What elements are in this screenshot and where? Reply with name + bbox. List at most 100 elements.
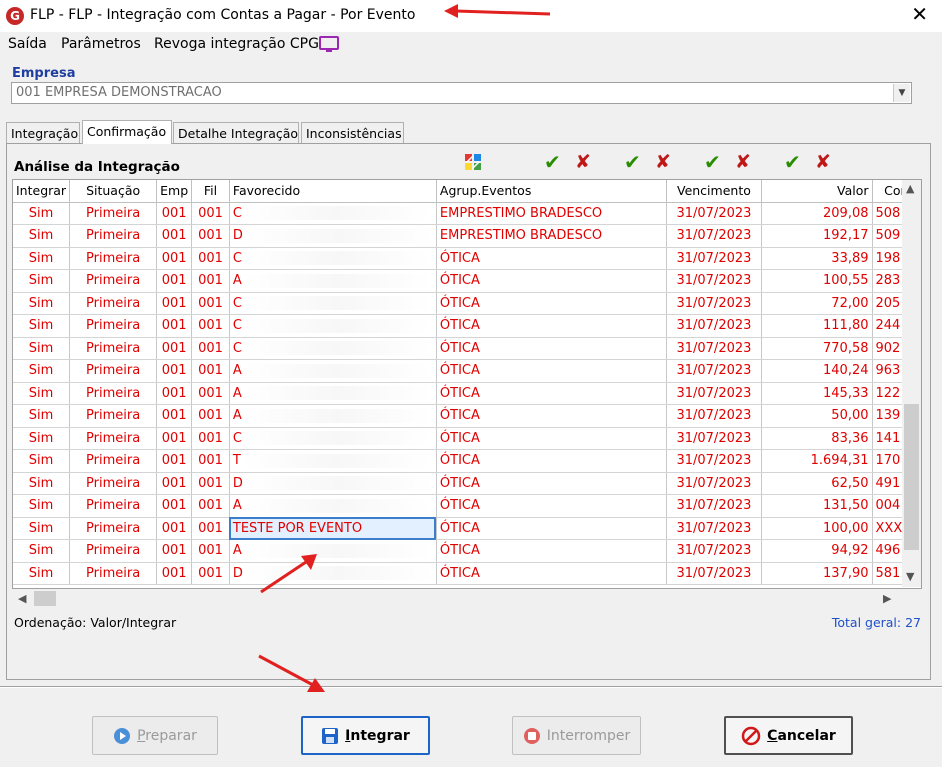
column-header[interactable]: Situação xyxy=(69,180,158,203)
table-row[interactable]: Sim Primeira 001 001 C ÓTICA 31/07/2023 72,00 20… xyxy=(13,292,921,315)
column-header[interactable]: Emp xyxy=(156,180,193,203)
table-cell: Primeira xyxy=(69,292,158,315)
scroll-down-icon[interactable]: ▼ xyxy=(906,570,914,583)
cross-icon[interactable]: ✘ xyxy=(815,150,831,174)
table-cell: 001 xyxy=(156,539,193,563)
table-cell: C xyxy=(229,202,437,225)
table-cell: Primeira xyxy=(69,449,158,473)
cross-icon[interactable]: ✘ xyxy=(575,150,591,174)
table-cell: 001 xyxy=(191,404,230,428)
table-cell: ÓTICA xyxy=(436,472,667,495)
table-cell: ÓTICA xyxy=(436,292,667,315)
table-row[interactable]: Sim Primeira 001 001 C ÓTICA 31/07/2023 770,58 9… xyxy=(13,337,921,360)
scroll-right-icon[interactable]: ▶ xyxy=(883,592,891,605)
table-cell: Sim xyxy=(13,269,71,293)
annotation-arrow-icon xyxy=(444,4,551,18)
table-row[interactable]: Sim Primeira 001 001 C ÓTICA 31/07/2023 83,36 14… xyxy=(13,427,921,450)
table-row[interactable]: Sim Primeira 001 001 C EMPRESTIMO BRADESCO 31/… xyxy=(13,202,921,225)
table-cell: Primeira xyxy=(69,247,158,270)
divider xyxy=(0,686,942,688)
table-cell: ÓTICA xyxy=(436,494,667,518)
table-row[interactable]: Sim Primeira 001 001 A ÓTICA 31/07/2023 140,24 9… xyxy=(13,359,921,383)
table-cell: Primeira xyxy=(69,359,158,383)
cross-icon[interactable]: ✘ xyxy=(655,150,671,174)
table-cell: 62,50 xyxy=(761,472,873,495)
empresa-select[interactable]: 001 EMPRESA DEMONSTRACAO ▼ xyxy=(11,82,912,104)
table-row[interactable]: Sim Primeira 001 001 TESTE POR EVENTO ÓTICA 31… xyxy=(13,517,921,540)
table-cell: 001 xyxy=(191,359,230,383)
close-icon[interactable]: ✕ xyxy=(911,4,928,24)
table-row[interactable]: Sim Primeira 001 001 C ÓTICA 31/07/2023 111,80 2… xyxy=(13,314,921,338)
vertical-scroll-thumb[interactable] xyxy=(904,404,919,550)
vertical-scrollbar[interactable]: ▲ ▼ xyxy=(902,180,921,587)
horizontal-scroll-thumb[interactable] xyxy=(34,591,56,606)
table-cell: ÓTICA xyxy=(436,562,667,585)
column-header[interactable]: Fil xyxy=(191,180,230,203)
menu-saida[interactable]: Saída xyxy=(8,36,47,52)
table-cell: 001 xyxy=(156,562,193,585)
horizontal-scrollbar[interactable]: ◀ ▶ xyxy=(13,589,901,608)
column-header[interactable]: Integrar xyxy=(13,180,71,203)
column-header[interactable]: Valor xyxy=(761,180,873,203)
check-icon[interactable]: ✔ xyxy=(624,150,641,174)
table-row[interactable]: Sim Primeira 001 001 A ÓTICA 31/07/2023 50,00 13… xyxy=(13,404,921,428)
cancelar-button[interactable]: Cancelar xyxy=(724,716,853,755)
cross-icon[interactable]: ✘ xyxy=(735,150,751,174)
tab-confirmacao[interactable]: Confirmação xyxy=(82,120,172,144)
table-cell: Primeira xyxy=(69,337,158,360)
screen-icon[interactable] xyxy=(319,36,339,52)
table-cell: 001 xyxy=(156,202,193,225)
table-cell: 31/07/2023 xyxy=(666,539,763,563)
column-header[interactable]: Agrup.Eventos xyxy=(436,180,667,203)
integrar-label: Integrar xyxy=(345,727,410,744)
table-row[interactable]: Sim Primeira 001 001 A ÓTICA 31/07/2023 131,50 0… xyxy=(13,494,921,518)
table-cell: 001 xyxy=(191,337,230,360)
table-cell: 31/07/2023 xyxy=(666,517,763,540)
check-icon[interactable]: ✔ xyxy=(544,150,561,174)
window-title: FLP - FLP - Integração com Contas a Paga… xyxy=(30,7,416,23)
table-cell: Primeira xyxy=(69,539,158,563)
table-row[interactable]: Sim Primeira 001 001 C ÓTICA 31/07/2023 33,89 19… xyxy=(13,247,921,270)
menu-revoga-integracao[interactable]: Revoga integração CPG xyxy=(154,36,319,52)
column-header[interactable]: Vencimento xyxy=(666,180,763,203)
table-cell: Sim xyxy=(13,382,71,405)
table-cell: ÓTICA xyxy=(436,269,667,293)
table-row[interactable]: Sim Primeira 001 001 D ÓTICA 31/07/2023 137,90 5… xyxy=(13,562,921,585)
table-cell: 140,24 xyxy=(761,359,873,383)
table-cell: 111,80 xyxy=(761,314,873,338)
chevron-down-icon[interactable]: ▼ xyxy=(893,84,910,102)
table-cell: Sim xyxy=(13,202,71,225)
scroll-left-icon[interactable]: ◀ xyxy=(18,592,26,605)
table-row[interactable]: Sim Primeira 001 001 T ÓTICA 31/07/2023 1.694,3… xyxy=(13,449,921,473)
table-cell: 001 xyxy=(191,269,230,293)
preparar-button[interactable]: Preparar xyxy=(92,716,218,755)
table-cell: 31/07/2023 xyxy=(666,382,763,405)
table-cell: 001 xyxy=(156,359,193,383)
table-row[interactable]: Sim Primeira 001 001 A ÓTICA 31/07/2023 94,92 49… xyxy=(13,539,921,563)
interromper-button[interactable]: Interromper xyxy=(512,716,641,755)
integration-grid[interactable]: Integrar Situação Emp Fil Favorecido Agrup.Ev… xyxy=(12,179,922,589)
table-cell: 31/07/2023 xyxy=(666,202,763,225)
menu-parametros[interactable]: Parâmetros xyxy=(61,36,141,52)
table-row[interactable]: Sim Primeira 001 001 A ÓTICA 31/07/2023 100,55 2… xyxy=(13,269,921,293)
table-cell: 31/07/2023 xyxy=(666,337,763,360)
table-cell: 001 xyxy=(191,539,230,563)
scroll-up-icon[interactable]: ▲ xyxy=(906,182,914,195)
check-icon[interactable]: ✔ xyxy=(784,150,801,174)
check-icon[interactable]: ✔ xyxy=(704,150,721,174)
table-cell: 001 xyxy=(156,472,193,495)
table-cell: 31/07/2023 xyxy=(666,292,763,315)
integrar-button[interactable]: Integrar xyxy=(301,716,430,755)
table-row[interactable]: Sim Primeira 001 001 D EMPRESTIMO BRADESCO 31/… xyxy=(13,224,921,248)
tab-inconsistencias[interactable]: Inconsistências xyxy=(301,122,404,144)
column-header[interactable]: Favorecido xyxy=(229,180,437,203)
select-all-icon[interactable] xyxy=(464,153,482,171)
stop-icon xyxy=(523,727,540,744)
table-row[interactable]: Sim Primeira 001 001 A ÓTICA 31/07/2023 145,33 1… xyxy=(13,382,921,405)
table-cell: Sim xyxy=(13,449,71,473)
table-cell: ÓTICA xyxy=(436,314,667,338)
table-row[interactable]: Sim Primeira 001 001 D ÓTICA 31/07/2023 62,50 49… xyxy=(13,472,921,495)
tab-integracao[interactable]: Integração xyxy=(6,122,80,144)
table-cell: D xyxy=(229,472,437,495)
tab-detalhe-integracao[interactable]: Detalhe Integração xyxy=(173,122,299,144)
